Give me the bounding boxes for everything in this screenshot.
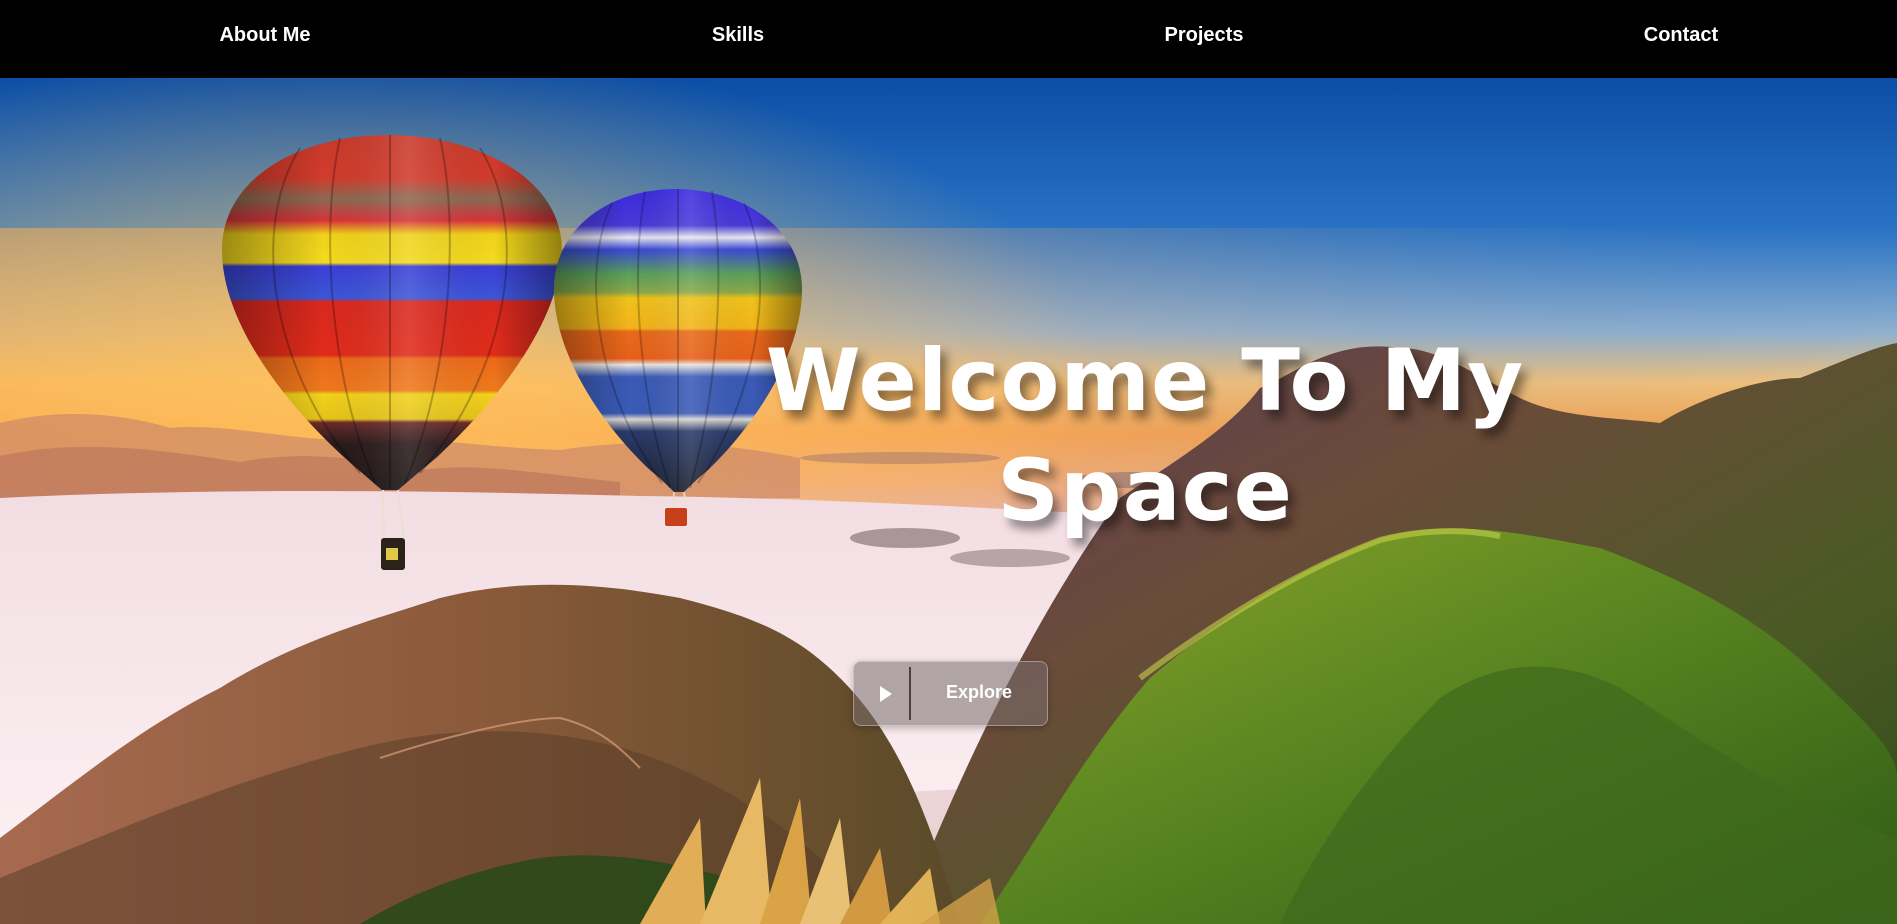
nav-link-contact[interactable]: Contact [1644,24,1718,47]
nav-link-skills[interactable]: Skills [712,24,764,47]
hero-section: Welcome To My Space Explore [0,78,1897,924]
play-icon [880,686,892,702]
hero-title: Welcome To My Space [765,330,1525,541]
page: About Me Skills Projects Contact Welcome… [0,0,1897,924]
top-navbar: About Me Skills Projects Contact [0,0,1897,78]
nav-link-projects[interactable]: Projects [1165,24,1244,47]
nav-link-about-me[interactable]: About Me [219,24,310,47]
explore-button[interactable]: Explore [853,661,1048,726]
explore-button-label: Explore [945,682,1013,702]
